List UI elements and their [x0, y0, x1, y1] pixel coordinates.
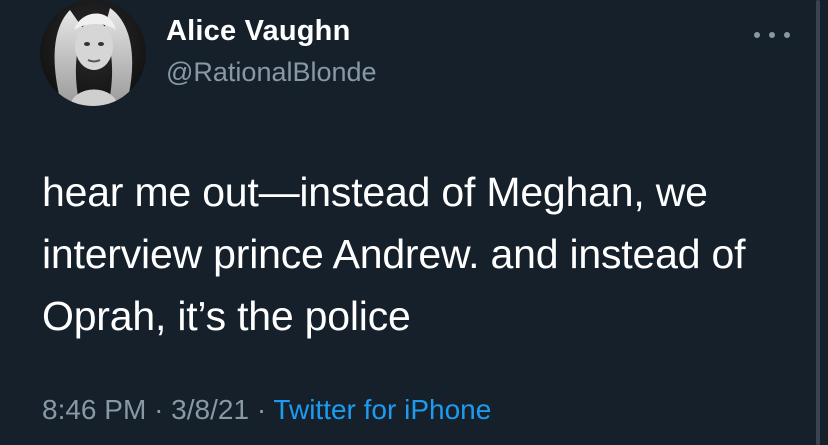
scrollbar[interactable]: [816, 0, 820, 445]
more-options-icon[interactable]: [754, 28, 790, 42]
user-handle[interactable]: @RationalBlonde: [166, 54, 377, 90]
avatar[interactable]: [40, 0, 146, 106]
avatar-photo: [40, 0, 146, 106]
meta-separator: ·: [256, 394, 267, 425]
tweet-date[interactable]: 3/8/21: [171, 394, 249, 425]
tweet-source-link[interactable]: Twitter for iPhone: [273, 394, 491, 425]
more-dot: [769, 32, 775, 38]
author-info: Alice Vaughn @RationalBlonde: [166, 12, 377, 90]
tweet-text: hear me out—instead of Meghan, we interv…: [42, 169, 746, 339]
display-name[interactable]: Alice Vaughn: [166, 12, 377, 50]
meta-separator: ·: [154, 394, 164, 425]
more-dot: [784, 32, 790, 38]
tweet-time[interactable]: 8:46 PM: [42, 394, 146, 425]
more-dot: [754, 32, 760, 38]
tweet-metadata: 8:46 PM · 3/8/21 · Twitter for iPhone: [42, 392, 491, 428]
tweet-card: Alice Vaughn @RationalBlonde hear me out…: [0, 0, 828, 445]
